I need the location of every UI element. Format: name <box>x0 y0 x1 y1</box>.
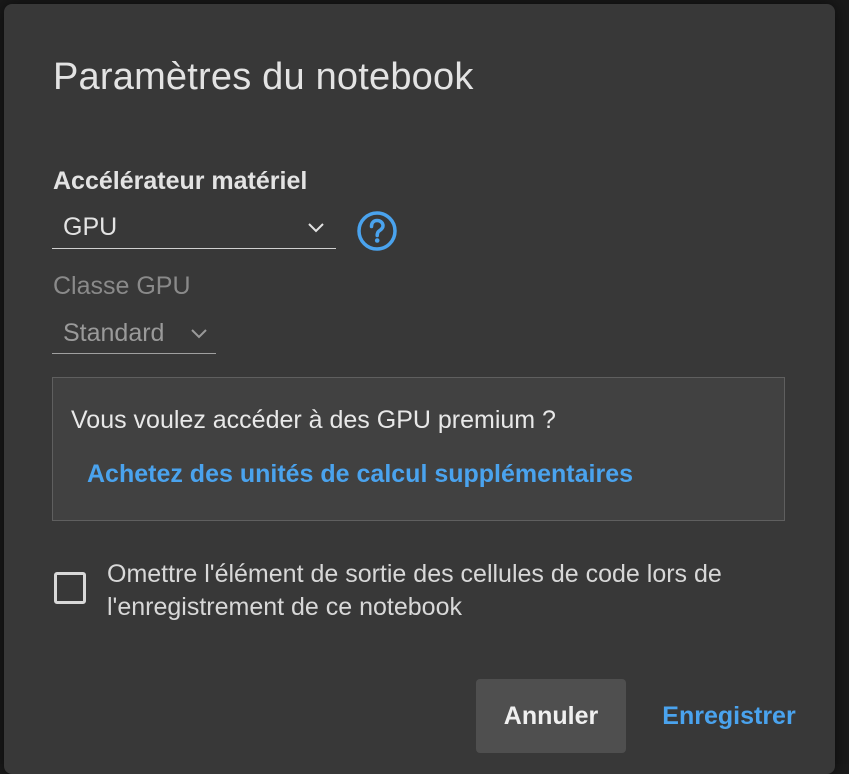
cancel-button[interactable]: Annuler <box>476 679 626 753</box>
accelerator-select-value: GPU <box>63 213 118 241</box>
premium-gpu-panel: Vous voulez accéder à des GPU premium ? … <box>52 377 785 521</box>
gpu-class-select[interactable]: Standard <box>52 312 216 354</box>
dialog-title: Paramètres du notebook <box>53 56 474 98</box>
omit-output-label: Omettre l'élément de sortie des cellules… <box>107 560 722 621</box>
buy-compute-units-link[interactable]: Achetez des unités de calcul supplémenta… <box>87 460 633 489</box>
premium-gpu-text: Vous voulez accéder à des GPU premium ? <box>71 406 556 434</box>
omit-output-checkbox[interactable] <box>54 572 86 604</box>
help-circle-icon[interactable] <box>356 210 398 252</box>
gpu-class-label: Classe GPU <box>53 272 191 300</box>
notebook-settings-dialog: Paramètres du notebook Accélérateur maté… <box>4 4 835 774</box>
accelerator-label: Accélérateur matériel <box>53 167 308 195</box>
accelerator-select[interactable]: GPU <box>52 206 336 249</box>
gpu-class-select-value: Standard <box>63 319 165 347</box>
chevron-down-icon <box>190 328 208 340</box>
save-button[interactable]: Enregistrer <box>644 679 814 753</box>
chevron-down-icon <box>307 222 325 234</box>
